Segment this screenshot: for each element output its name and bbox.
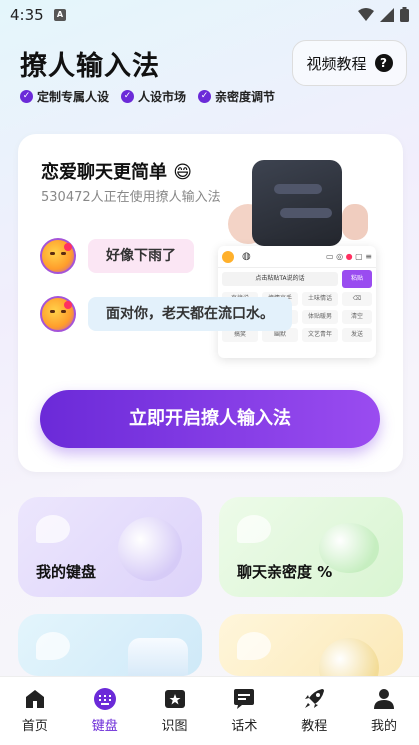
- chat-bubble: 好像下雨了: [88, 239, 194, 273]
- nav-label: 首页: [21, 719, 48, 734]
- suggestion-chip: 文艺青年: [302, 328, 338, 342]
- nav-item-tutorial[interactable]: 教程: [284, 687, 344, 734]
- phone-illustration: [252, 160, 342, 246]
- toolbar-icons: ▭ ◎ ● ▢ ≡: [326, 252, 372, 261]
- keyboard-toolbar: ◍ ▭ ◎ ● ▢ ≡: [218, 246, 376, 268]
- send-key: 发送: [342, 328, 372, 342]
- main-card: 恋爱聊天更简单 😄 530472人正在使用撩人输入法 ◍ ▭ ◎ ● ▢ ≡ 点…: [18, 134, 403, 472]
- nav-label: 识图: [161, 719, 188, 734]
- home-icon: [25, 690, 44, 708]
- nav-label: 我的: [371, 719, 398, 734]
- chat-dots-icon: [36, 515, 70, 543]
- heart-bubble-icon: [237, 515, 271, 543]
- feature-tile[interactable]: [219, 614, 403, 676]
- delete-icon: ⌫: [342, 292, 372, 306]
- chat-row: [40, 296, 76, 332]
- nav-label: 键盘: [91, 719, 118, 734]
- notification-icon: A: [54, 9, 66, 21]
- wifi-icon: [358, 7, 374, 21]
- video-tutorial-button[interactable]: 视频教程 ?: [292, 40, 407, 86]
- chat-bubble: 面对你，老天都在流口水。: [88, 297, 292, 331]
- document-decoration: [128, 638, 188, 676]
- chat-script-icon: [234, 689, 255, 709]
- battery-icon: [400, 7, 409, 22]
- feature-item: ✓ 定制专属人设: [20, 88, 109, 105]
- my-keyboard-tile[interactable]: 我的键盘: [18, 497, 202, 597]
- clear-key: 清空: [342, 310, 372, 324]
- emoji-avatar: [40, 238, 76, 274]
- chat-row: [40, 238, 76, 274]
- tile-label: 聊天亲密度 %: [237, 563, 333, 581]
- hand-illustration: [342, 204, 368, 240]
- image-recognition-icon: [164, 690, 185, 708]
- status-time: 4:35: [10, 6, 44, 24]
- question-icon: ?: [374, 54, 393, 72]
- nav-item-home[interactable]: 首页: [5, 687, 65, 734]
- bottom-navigation: 首页 键盘 识图 话术 教程 我的: [0, 676, 419, 745]
- nav-label: 话术: [231, 719, 258, 734]
- suggestion-chip: 土味情话: [302, 292, 338, 306]
- keyboard-input: 点击粘贴TA说的话: [222, 272, 338, 286]
- feature-item: ✓ 人设市场: [121, 88, 186, 105]
- nav-label: 教程: [301, 719, 328, 734]
- check-icon: ✓: [20, 90, 33, 103]
- feature-label: 人设市场: [138, 90, 187, 104]
- gear-decoration: [319, 638, 379, 676]
- nav-item-profile[interactable]: 我的: [354, 687, 414, 734]
- check-icon: ✓: [198, 90, 212, 103]
- tile-label: 我的键盘: [36, 563, 97, 581]
- profile-icon: [374, 689, 395, 709]
- signal-icon: [380, 7, 394, 22]
- feature-label: 亲密度调节: [215, 90, 276, 104]
- feature-tile[interactable]: [18, 614, 202, 676]
- keyboard-icon: [93, 688, 116, 710]
- enable-keyboard-button[interactable]: 立即开启撩人输入法: [40, 390, 380, 448]
- emoji-avatar: [40, 296, 76, 332]
- feature-list: ✓ 定制专属人设 ✓ 人设市场 ✓ 亲密度调节: [20, 88, 275, 105]
- app-title: 撩人输入法: [20, 51, 160, 82]
- status-bar: 4:35 A: [0, 0, 419, 30]
- copy-icon: [36, 632, 70, 660]
- video-tutorial-label: 视频教程: [306, 54, 367, 73]
- status-icons: [358, 7, 409, 22]
- rocket-icon: [305, 689, 325, 708]
- sphere-decoration: [118, 517, 182, 581]
- nav-item-keyboard[interactable]: 键盘: [75, 687, 135, 734]
- nav-item-image-recognition[interactable]: 识图: [145, 687, 205, 734]
- feature-item: ✓ 亲密度调节: [198, 88, 275, 105]
- card-subtitle: 530472人正在使用撩人输入法: [41, 190, 221, 205]
- suggestion-chip: 体贴暖男: [302, 310, 338, 324]
- nav-item-chat-script[interactable]: 话术: [214, 687, 274, 734]
- card-title: 恋爱聊天更简单 😄: [41, 162, 193, 183]
- chat-bubble-icon: [237, 632, 271, 660]
- check-icon: ✓: [121, 90, 135, 103]
- paste-button: 粘贴: [342, 270, 372, 288]
- intimacy-tile[interactable]: 聊天亲密度 %: [219, 497, 403, 597]
- feature-label: 定制专属人设: [37, 90, 110, 104]
- globe-icon: ◍: [242, 251, 251, 262]
- logo-icon: [222, 250, 234, 263]
